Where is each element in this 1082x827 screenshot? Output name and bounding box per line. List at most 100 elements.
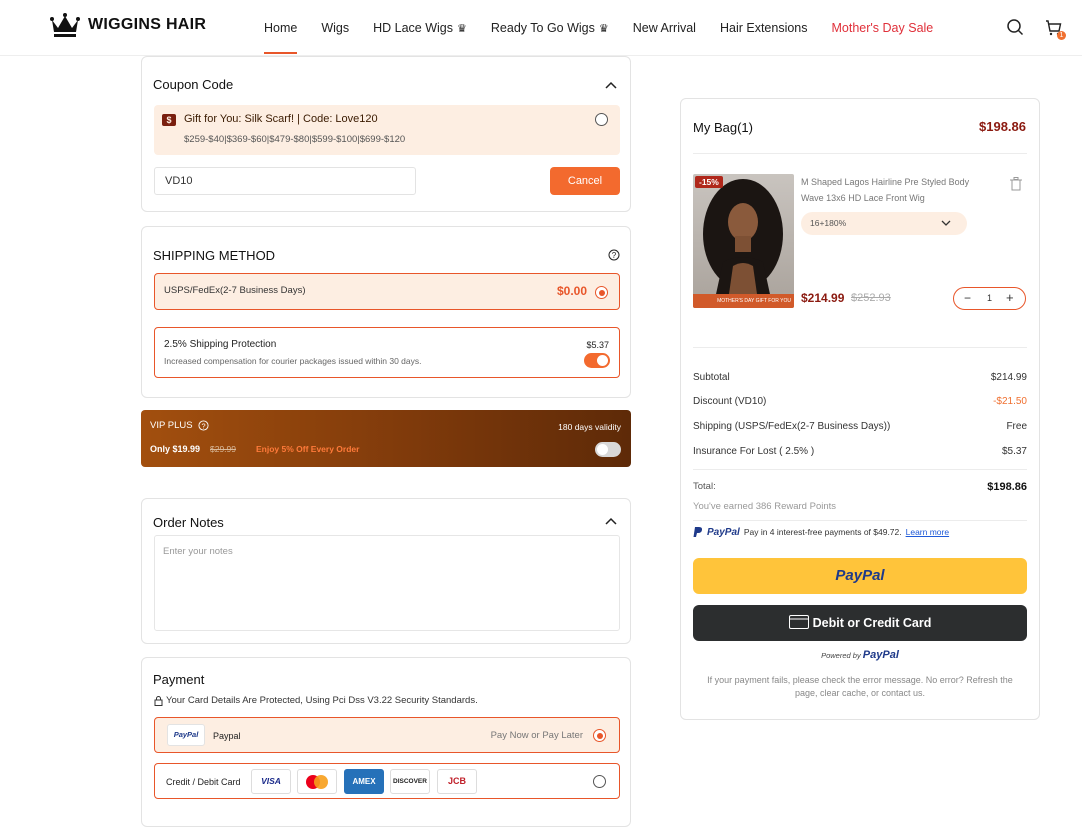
shipping-option-price: $0.00: [556, 284, 587, 298]
summary-value: $214.99: [990, 372, 1027, 383]
paypal-label: Paypal: [213, 731, 241, 741]
brand-logo[interactable]: WIGGINS HAIR: [50, 12, 206, 38]
summary-label: Shipping (USPS/FedEx(2-7 Business Days)): [693, 421, 891, 432]
cart-button[interactable]: 1: [1044, 18, 1066, 40]
product-item: -15% MOTHER'S DAY GIFT FOR YOU M Shaped …: [693, 173, 1027, 311]
order-notes-textarea[interactable]: Enter your notes: [154, 535, 620, 631]
vip-title-text: VIP PLUS: [150, 420, 193, 431]
paylater-row: PayPal Pay in 4 interest-free payments o…: [693, 526, 949, 538]
product-banner: MOTHER'S DAY GIFT FOR YOU: [693, 294, 794, 308]
paypal-p-icon: [693, 527, 703, 537]
product-image[interactable]: -15% MOTHER'S DAY GIFT FOR YOU: [693, 174, 794, 308]
payment-option-card[interactable]: Credit / Debit Card VISA AMEX DISCOVER J…: [154, 763, 620, 799]
card-button-text: Debit or Credit Card: [812, 616, 932, 630]
vip-old-price: $29.99: [210, 444, 236, 454]
vip-price: Only $19.99: [150, 444, 201, 454]
paypal-button-text: PayPal: [835, 567, 885, 584]
chevron-up-icon[interactable]: [605, 517, 617, 525]
coupon-section: Coupon Code $ Gift for You: Silk Scarf! …: [141, 56, 631, 212]
svg-text:?: ?: [612, 251, 617, 260]
mastercard-icon: [306, 775, 328, 789]
brand-name: WIGGINS HAIR: [88, 16, 207, 33]
protection-price: $5.37: [586, 340, 609, 350]
coupon-code-input[interactable]: VD10: [154, 167, 416, 195]
increase-qty-button[interactable]: +: [1006, 290, 1014, 305]
divider: [693, 520, 1027, 521]
vip-plus-banner: VIP PLUS ? 180 days validity Only $19.99…: [141, 410, 631, 467]
shipping-option-label: USPS/FedEx(2-7 Business Days): [164, 285, 306, 296]
paylater-brand: PayPal: [707, 527, 740, 538]
cancel-coupon-button[interactable]: Cancel: [550, 167, 620, 195]
reward-points: You've earned 386 Reward Points: [693, 501, 837, 512]
summary-shipping: Shipping (USPS/FedEx(2-7 Business Days))…: [693, 421, 1027, 432]
amex-logo: AMEX: [344, 769, 384, 794]
card-checkout-button[interactable]: Debit or Credit Card: [693, 605, 1027, 641]
summary-value: -$21.50: [993, 396, 1027, 407]
shipping-option-radio[interactable]: [595, 286, 608, 299]
product-photo-icon: [703, 179, 783, 308]
coupon-title: Coupon Code: [153, 77, 234, 92]
search-icon[interactable]: [1006, 18, 1024, 36]
product-old-price: $252.93: [851, 292, 891, 304]
nav-ready-to-go-wigs[interactable]: Ready To Go Wigs ♛: [491, 0, 609, 56]
cart-count-badge: 1: [1057, 31, 1066, 40]
crown-icon: ♛: [457, 22, 467, 35]
jcb-logo: JCB: [437, 769, 477, 794]
total-label: Total:: [693, 481, 716, 492]
summary-subtotal: Subtotal $214.99: [693, 372, 1027, 383]
nav-hd-lace-wigs[interactable]: HD Lace Wigs ♛: [373, 0, 467, 56]
vip-title: VIP PLUS ?: [150, 420, 209, 431]
total-value: $198.86: [987, 481, 1027, 493]
payment-security-text: Your Card Details Are Protected, Using P…: [166, 695, 478, 706]
nav-label: HD Lace Wigs: [373, 21, 454, 35]
trash-icon[interactable]: [1010, 177, 1022, 191]
crown-icon: ♛: [598, 22, 609, 35]
credit-card-icon: [788, 615, 809, 629]
quantity-value[interactable]: 1: [987, 293, 992, 303]
order-summary: My Bag(1) $198.86 -15% MOTHER'S DAY GIFT…: [680, 98, 1040, 720]
nav-wigs[interactable]: Wigs: [321, 0, 349, 56]
header-actions: 1: [1006, 18, 1066, 40]
product-price: $214.99: [801, 291, 845, 305]
nav-new-arrival[interactable]: New Arrival: [633, 0, 696, 56]
nav-home[interactable]: Home: [264, 0, 298, 56]
summary-label: Insurance For Lost ( 2.5% ): [693, 446, 815, 457]
learn-more-link[interactable]: Learn more: [906, 527, 949, 537]
main-nav: Home Wigs HD Lace Wigs ♛ Ready To Go Wigs…: [264, 0, 957, 56]
payment-option-paypal[interactable]: PayPal Paypal Pay Now or Pay Later: [154, 717, 620, 753]
help-icon[interactable]: ?: [198, 420, 209, 431]
powered-by-text: Powered by: [821, 651, 861, 660]
discover-logo: DISCOVER: [390, 769, 430, 794]
shipping-option-usps[interactable]: USPS/FedEx(2-7 Business Days) $0.00: [154, 273, 620, 310]
order-notes-title: Order Notes: [153, 515, 224, 530]
nav-hair-extensions[interactable]: Hair Extensions: [720, 0, 808, 56]
protection-toggle[interactable]: [584, 353, 610, 368]
vip-toggle[interactable]: [595, 442, 621, 457]
order-notes-section: Order Notes Enter your notes: [141, 498, 631, 644]
variant-select[interactable]: 16+180%: [801, 212, 967, 235]
coupon-offer[interactable]: $ Gift for You: Silk Scarf! | Code: Love…: [154, 105, 620, 155]
bag-total-top: $198.86: [979, 119, 1026, 134]
product-name[interactable]: M Shaped Lagos Hairline Pre Styled Body …: [801, 174, 981, 206]
chevron-up-icon[interactable]: [605, 81, 617, 89]
paylater-text: Pay in 4 interest-free payments of $49.7…: [743, 527, 902, 537]
vip-promo: Enjoy 5% Off Every Order: [256, 444, 360, 454]
discount-badge: -15%: [695, 176, 723, 188]
summary-label: Discount (VD10): [693, 396, 767, 407]
payment-section: Payment Your Card Details Are Protected,…: [141, 657, 631, 827]
summary-value: Free: [1006, 421, 1027, 432]
shipping-section: SHIPPING METHOD ? USPS/FedEx(2-7 Busines…: [141, 226, 631, 398]
card-radio[interactable]: [593, 775, 606, 788]
paypal-checkout-button[interactable]: PayPal: [693, 558, 1027, 594]
nav-mothers-day-sale[interactable]: Mother's Day Sale: [832, 0, 934, 56]
decrease-qty-button[interactable]: −: [964, 291, 971, 305]
visa-logo: VISA: [251, 769, 291, 794]
nav-label: New Arrival: [632, 21, 696, 35]
summary-total: Total: $198.86: [693, 481, 1027, 493]
help-icon[interactable]: ?: [608, 249, 620, 261]
protection-title: 2.5% Shipping Protection: [164, 339, 277, 350]
paypal-logo: PayPal: [167, 724, 205, 746]
coupon-offer-radio[interactable]: [595, 113, 608, 126]
divider: [693, 469, 1027, 470]
paypal-radio[interactable]: [593, 729, 606, 742]
